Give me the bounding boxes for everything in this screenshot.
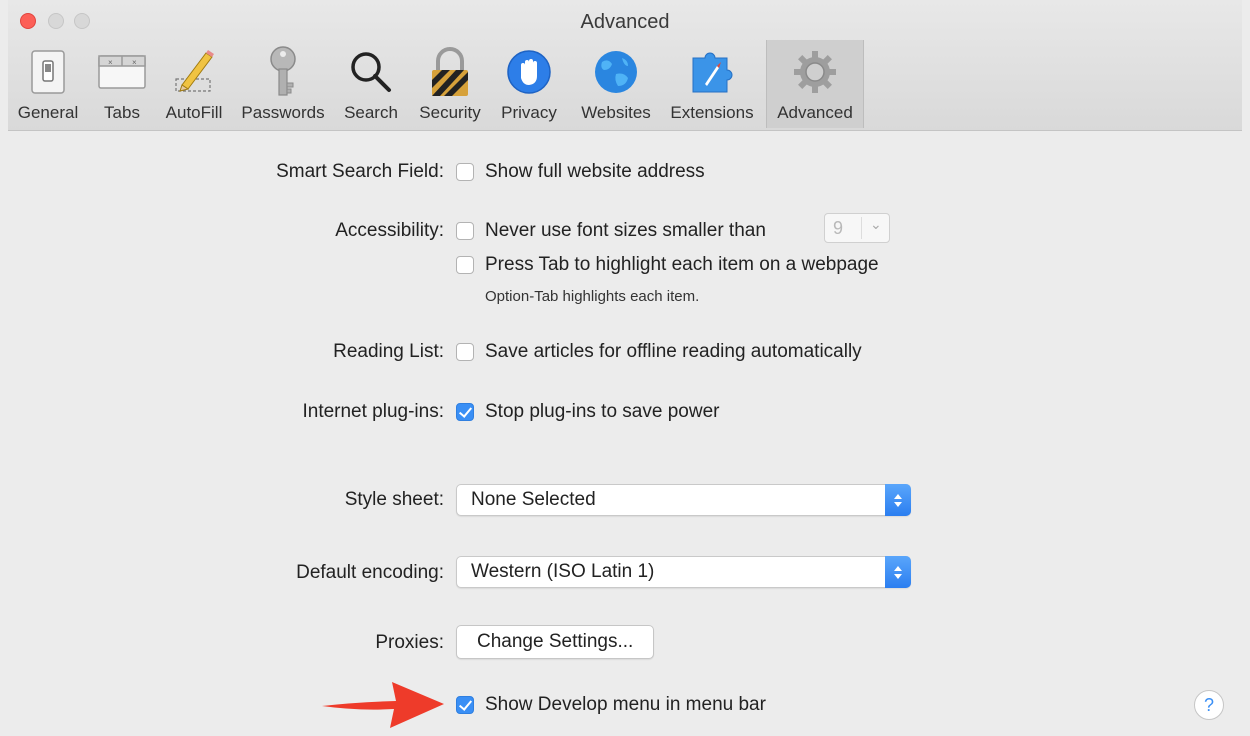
magnifier-icon (343, 44, 399, 100)
puzzle-icon (684, 44, 740, 100)
tab-label: Security (419, 103, 481, 122)
show-develop-menu-text[interactable]: Show Develop menu in menu bar (485, 694, 766, 716)
stop-plugins-checkbox[interactable] (456, 403, 474, 421)
font-size-value: 9 (833, 218, 844, 238)
show-full-address-text[interactable]: Show full website address (485, 161, 705, 183)
tab-highlight-note: Option-Tab highlights each item. (485, 288, 700, 305)
encoding-value: Western (ISO Latin 1) (471, 561, 655, 582)
smart-search-label: Smart Search Field: (276, 161, 444, 182)
min-font-size-text[interactable]: Never use font sizes smaller than (485, 220, 766, 242)
tab-privacy[interactable]: Privacy (496, 40, 562, 128)
globe-icon (588, 44, 644, 100)
chevron-down-icon: ⌄ (870, 216, 882, 232)
tab-security[interactable]: Security (412, 40, 488, 128)
tab-advanced[interactable]: Advanced (766, 40, 864, 128)
tab-highlight-text[interactable]: Press Tab to highlight each item on a we… (485, 254, 879, 276)
reading-list-label: Reading List: (333, 341, 444, 362)
tab-highlight-checkbox[interactable] (456, 256, 474, 274)
tab-label: Advanced (777, 103, 853, 122)
style-sheet-value: None Selected (471, 489, 596, 510)
key-icon (255, 44, 311, 100)
style-sheet-popup[interactable]: None Selected (456, 484, 911, 516)
tab-label: AutoFill (165, 103, 223, 122)
tab-websites[interactable]: Websites (574, 40, 658, 128)
pencil-icon (166, 44, 222, 100)
accessibility-label: Accessibility: (335, 220, 444, 241)
tab-passwords[interactable]: Passwords (236, 40, 330, 128)
switch-icon (20, 44, 76, 100)
offline-reading-text[interactable]: Save articles for offline reading automa… (485, 341, 862, 363)
plugins-label: Internet plug-ins: (302, 401, 444, 422)
tab-label: Search (344, 103, 398, 122)
encoding-label: Default encoding: (296, 562, 444, 583)
tab-label: Privacy (501, 103, 557, 122)
tab-tabs[interactable]: × × Tabs (94, 40, 150, 128)
svg-text:×: × (108, 58, 113, 67)
offline-reading-checkbox[interactable] (456, 343, 474, 361)
help-button[interactable]: ? (1194, 690, 1224, 720)
gear-icon (787, 44, 843, 100)
updown-chevron-icon (885, 484, 911, 516)
tab-label: Passwords (241, 103, 325, 122)
show-develop-menu-checkbox[interactable] (456, 696, 474, 714)
tab-label: Tabs (104, 103, 140, 122)
lock-icon (422, 44, 478, 100)
updown-chevron-icon (885, 556, 911, 588)
font-size-select[interactable]: 9 ⌄ (824, 213, 890, 243)
tab-autofill[interactable]: AutoFill (158, 40, 230, 128)
tab-extensions[interactable]: Extensions (666, 40, 758, 128)
tab-label: General (17, 103, 79, 122)
svg-text:×: × (132, 58, 137, 67)
red-arrow-icon (322, 682, 444, 728)
change-settings-button[interactable]: Change Settings... (456, 625, 655, 659)
encoding-popup[interactable]: Western (ISO Latin 1) (456, 556, 911, 588)
window-title: Advanced (580, 11, 670, 33)
proxies-label: Proxies: (375, 632, 444, 653)
show-full-address-checkbox[interactable] (456, 163, 474, 181)
tab-label: Websites (581, 103, 651, 122)
toolbar: Advanced General × × Tabs AutoFill Passw… (8, 0, 1242, 131)
tab-search[interactable]: Search (338, 40, 404, 128)
hand-icon (501, 44, 557, 100)
min-font-size-checkbox[interactable] (456, 222, 474, 240)
tabs-icon: × × (94, 44, 150, 100)
preferences-window: Advanced General × × Tabs AutoFill Passw… (8, 0, 1242, 736)
style-sheet-label: Style sheet: (344, 489, 444, 510)
tab-label: Extensions (670, 103, 754, 122)
tab-general[interactable]: General (12, 40, 84, 128)
stop-plugins-text[interactable]: Stop plug-ins to save power (485, 401, 719, 423)
